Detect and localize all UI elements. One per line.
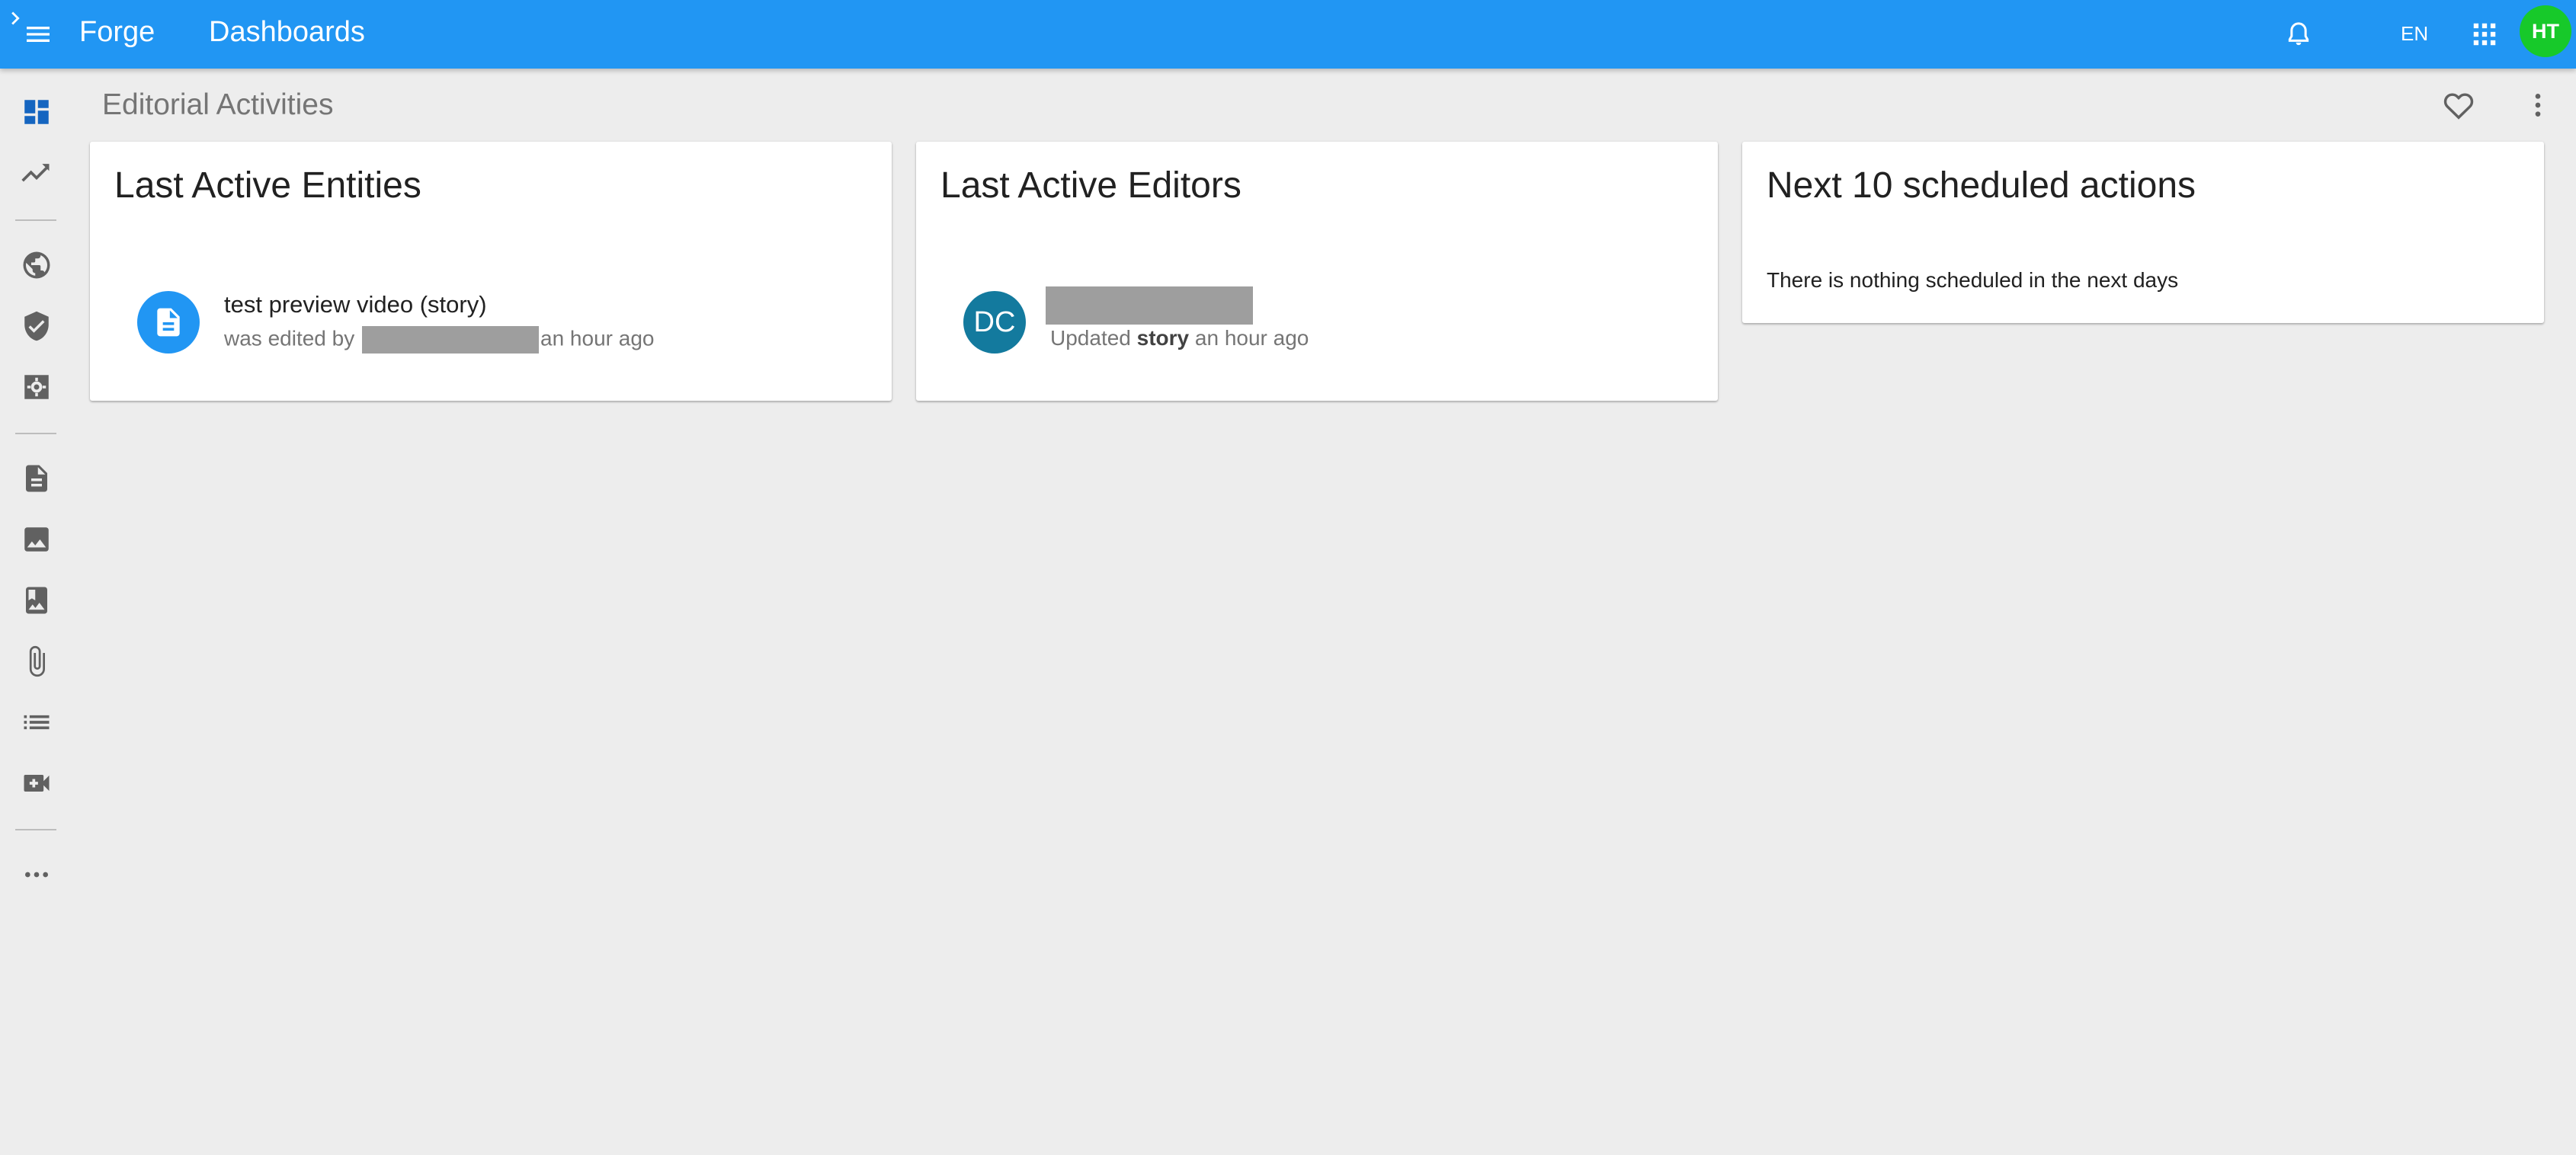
trending-icon[interactable] <box>18 155 55 192</box>
document-icon[interactable] <box>18 460 55 497</box>
last-active-entities-card: Last Active Entities test preview video … <box>90 142 892 401</box>
top-app-bar: Forge Dashboards EN HT <box>0 0 2576 69</box>
globe-icon[interactable] <box>18 247 55 283</box>
attachment-icon[interactable] <box>18 643 55 680</box>
card-title: Last Active Entities <box>114 165 421 206</box>
redacted-editor-name[interactable] <box>1046 286 1253 325</box>
apps-grid-icon[interactable] <box>2463 13 2506 56</box>
empty-state-message: There is nothing scheduled in the next d… <box>1767 268 2179 292</box>
more-horizontal-icon[interactable] <box>18 856 55 893</box>
updated-prefix: Updated <box>1050 326 1131 350</box>
user-avatar[interactable]: HT <box>2520 5 2571 57</box>
edited-time: an hour ago <box>540 326 655 350</box>
image-icon[interactable] <box>18 521 55 558</box>
updated-time: an hour ago <box>1194 326 1309 350</box>
scheduled-actions-card: Next 10 scheduled actions There is nothi… <box>1742 142 2544 323</box>
redacted-editor-name <box>362 326 539 354</box>
entity-edited-info: was edited by an hour ago <box>224 326 654 354</box>
editor-avatar[interactable]: DC <box>963 291 1026 354</box>
notifications-bell-icon[interactable] <box>2277 13 2320 56</box>
document-icon <box>137 291 200 354</box>
video-add-icon[interactable] <box>18 765 55 801</box>
entity-title-link[interactable]: test preview video (story) <box>224 291 487 318</box>
editor-update-info: Updated story an hour ago <box>1050 326 1309 350</box>
dashboard-icon[interactable] <box>18 94 55 130</box>
edited-prefix: was edited by <box>224 326 355 350</box>
list-icon[interactable] <box>18 704 55 741</box>
card-title: Next 10 scheduled actions <box>1767 165 2196 206</box>
page-title: Editorial Activities <box>102 88 334 121</box>
breadcrumb-app[interactable]: Forge <box>79 14 155 50</box>
rail-divider <box>15 433 56 434</box>
photo-album-icon[interactable] <box>18 582 55 619</box>
updated-type: story <box>1136 326 1190 350</box>
rail-divider <box>15 219 56 221</box>
menu-icon[interactable] <box>20 16 56 53</box>
rail-divider <box>15 829 56 830</box>
side-rail <box>0 69 73 1155</box>
breadcrumb-page[interactable]: Dashboards <box>209 14 365 50</box>
shield-check-icon[interactable] <box>18 308 55 344</box>
language-switcher[interactable]: EN <box>2401 15 2428 52</box>
settings-icon[interactable] <box>18 369 55 405</box>
more-vertical-icon[interactable] <box>2520 84 2556 126</box>
favorite-heart-icon[interactable] <box>2437 84 2480 126</box>
last-active-editors-card: Last Active Editors DC Updated story an … <box>916 142 1718 401</box>
card-title: Last Active Editors <box>940 165 1242 206</box>
